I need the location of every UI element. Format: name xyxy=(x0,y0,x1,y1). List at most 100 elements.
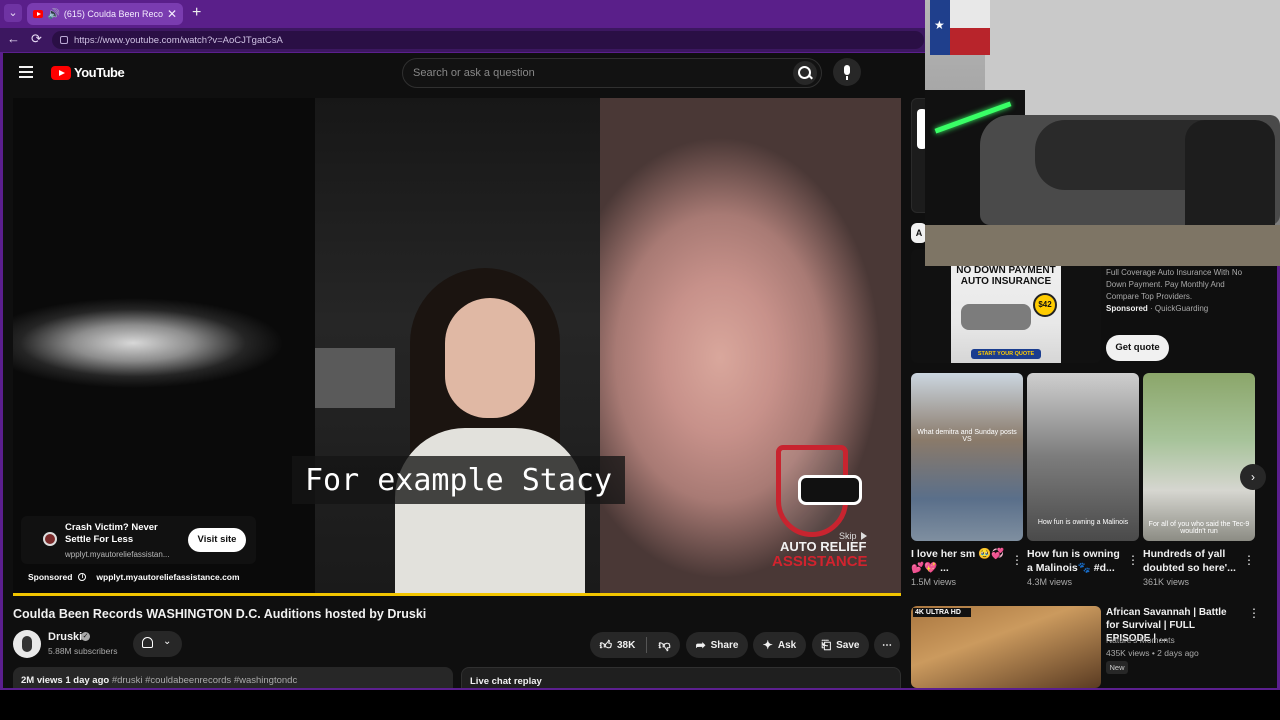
verified-icon: ✓ xyxy=(81,632,90,641)
bookmark-icon: ⎗ xyxy=(821,637,832,652)
share-button[interactable]: ➦ Share xyxy=(686,632,748,658)
search-input[interactable]: Search or ask a question xyxy=(413,67,535,79)
thumbs-down-icon[interactable]: 👎︎ xyxy=(658,638,670,653)
share-label: Share xyxy=(710,639,739,651)
url-field[interactable]: https://www.youtube.com/watch?v=AoCJTgat… xyxy=(52,31,924,49)
youtube-play-icon xyxy=(51,65,71,80)
youtube-logo-text: YouTube xyxy=(74,65,125,80)
more-actions-button[interactable]: ⋯ xyxy=(874,632,900,658)
hamburger-menu-icon[interactable] xyxy=(19,66,33,81)
sidebar-ad-thumbnail[interactable]: NO DOWN PAYMENT AUTO INSURANCE $42 START… xyxy=(911,249,1101,363)
save-button[interactable]: ⎗ Save xyxy=(812,632,869,658)
short-overlay-text: For all of you who said the Tec-9 wouldn… xyxy=(1148,521,1250,535)
video-player[interactable]: For example Stacy Crash Victim? Never Se… xyxy=(13,98,901,596)
short-thumbnail[interactable]: What demitra and Sunday posts VS xyxy=(911,373,1023,541)
car-image xyxy=(961,304,1031,330)
save-label: Save xyxy=(836,639,860,651)
reload-button[interactable]: ⟳ xyxy=(31,31,42,47)
get-quote-button[interactable]: Get quote xyxy=(1106,335,1169,361)
sidebar-ad: NO DOWN PAYMENT AUTO INSURANCE $42 START… xyxy=(911,249,1273,363)
close-tab-icon[interactable]: ✕ xyxy=(167,7,177,21)
tab-title: (615) Coulda Been Records W xyxy=(63,9,163,19)
recommended-video[interactable]: 4K ULTRA HD African Savannah | Battle fo… xyxy=(911,606,1273,688)
sponsored-line: Sponsored i wpplyt.myautoreliefassistanc… xyxy=(28,572,240,582)
brand-name-line2: ASSISTANCE xyxy=(772,553,868,570)
short-title[interactable]: Hundreds of yall doubted so here'... xyxy=(1143,547,1239,575)
search-box[interactable]: Search or ask a question xyxy=(402,58,822,88)
share-icon: ➦ xyxy=(695,638,706,652)
short-item[interactable]: How fun is owning a Malinois How fun is … xyxy=(1027,373,1139,587)
webcam-floor xyxy=(925,225,1280,266)
hashtags[interactable]: #druski #couldabeenrecords #washingtondc xyxy=(112,675,297,686)
short-menu-icon[interactable]: ⋮ xyxy=(1127,553,1139,567)
person-shirt xyxy=(395,428,585,596)
tab-list-button[interactable]: ⌄ xyxy=(4,4,22,22)
youtube-logo[interactable]: YouTube xyxy=(51,65,125,80)
bottom-black-bar xyxy=(0,690,1280,720)
ad-overlay-card[interactable]: Crash Victim? Never Settle For Less wppl… xyxy=(21,516,256,564)
ad-url[interactable]: wpplyt.myautoreliefassistan... xyxy=(65,550,177,559)
short-menu-icon[interactable]: ⋮ xyxy=(1243,553,1255,567)
like-count[interactable]: 38K xyxy=(617,640,635,651)
new-badge: New xyxy=(1106,661,1128,674)
video-frame-center xyxy=(315,98,600,596)
site-info-icon[interactable] xyxy=(60,36,68,44)
new-tab-button[interactable]: + xyxy=(192,4,201,22)
brand-name-line1: AUTO RELIEF xyxy=(780,539,867,554)
ad-poster-headline: NO DOWN PAYMENT AUTO INSURANCE xyxy=(956,265,1056,287)
4k-badge: 4K ULTRA HD xyxy=(913,608,971,617)
short-views: 4.3M views xyxy=(1027,577,1073,587)
video-title: Coulda Been Records WASHINGTON D.C. Audi… xyxy=(13,607,427,621)
chevron-down-icon: ⌄ xyxy=(163,636,172,647)
speaker-icon[interactable]: 🔊 xyxy=(47,9,59,20)
price-badge: $42 xyxy=(1033,293,1057,317)
flag-star-icon: ★ xyxy=(934,18,945,32)
ad-info-icon[interactable]: i xyxy=(78,573,87,581)
live-chat-replay[interactable]: Live chat replay xyxy=(461,667,901,688)
ad-progress-bar[interactable] xyxy=(13,593,901,596)
bell-icon xyxy=(142,637,153,648)
browser-frame: ⌄ 🔊 (615) Coulda Been Records W ✕ + ← ⟳ … xyxy=(0,0,1280,690)
ad-title[interactable]: Crash Victim? Never Settle For Less xyxy=(65,522,165,546)
ask-button[interactable]: ✦ Ask xyxy=(753,632,806,658)
short-overlay-text: How fun is owning a Malinois xyxy=(1037,519,1129,526)
sidebar-sponsored-label: Sponsored xyxy=(1106,304,1148,313)
live-chat-label: Live chat replay xyxy=(470,676,542,687)
car-window xyxy=(315,348,395,408)
recommended-channel[interactable]: Nature's Moments xyxy=(1106,635,1175,645)
webcam-overlay: ★ xyxy=(925,0,1280,266)
thumbs-up-icon[interactable]: 👍︎ xyxy=(599,638,612,653)
recommended-menu-icon[interactable]: ⋮ xyxy=(1248,606,1260,620)
person-face xyxy=(445,298,535,418)
notifications-button[interactable]: ⌄ xyxy=(133,631,182,657)
visit-site-button[interactable]: Visit site xyxy=(188,528,246,552)
more-icon: ⋯ xyxy=(882,639,892,651)
back-button[interactable]: ← xyxy=(7,31,20,46)
recommended-thumbnail[interactable]: 4K ULTRA HD xyxy=(911,606,1101,688)
sidebar-ad-description[interactable]: Full Coverage Auto Insurance With No Dow… xyxy=(1106,267,1256,303)
sponsored-url[interactable]: wpplyt.myautoreliefassistance.com xyxy=(96,572,239,582)
microphone-icon[interactable] xyxy=(833,58,861,86)
short-title[interactable]: I love her sm 🥹💞💕💖 ... xyxy=(911,547,1007,575)
subscriber-count: 5.88M subscribers xyxy=(48,646,118,656)
short-thumbnail[interactable]: How fun is owning a Malinois xyxy=(1027,373,1139,541)
texas-flag: ★ xyxy=(930,0,990,55)
advertiser-logo: AUTO RELIEF ASSISTANCE xyxy=(768,443,878,575)
search-icon[interactable] xyxy=(793,61,817,85)
flag-red-stripe xyxy=(950,28,990,55)
short-menu-icon[interactable]: ⋮ xyxy=(1011,553,1023,567)
start-quote-strip: START YOUR QUOTE xyxy=(971,349,1041,359)
short-thumbnail[interactable]: For all of you who said the Tec-9 wouldn… xyxy=(1143,373,1255,541)
skip-ad-button[interactable]: Skip xyxy=(839,531,867,541)
description-box[interactable]: 2M views 1 day ago #druski #couldabeenre… xyxy=(13,667,453,688)
tab-youtube[interactable]: 🔊 (615) Coulda Been Records W ✕ xyxy=(27,3,183,25)
url-text: https://www.youtube.com/watch?v=AoCJTgat… xyxy=(74,34,283,46)
like-divider xyxy=(646,637,648,653)
channel-avatar[interactable] xyxy=(13,630,41,658)
short-item[interactable]: For all of you who said the Tec-9 wouldn… xyxy=(1143,373,1255,587)
shorts-shelf: What demitra and Sunday posts VS I love … xyxy=(911,373,1271,593)
short-title[interactable]: How fun is owning a Malinois🐾 #d... xyxy=(1027,547,1123,575)
channel-name[interactable]: Druski xyxy=(48,631,82,643)
chevron-right-icon[interactable]: › xyxy=(1240,464,1266,490)
short-item[interactable]: What demitra and Sunday posts VS I love … xyxy=(911,373,1023,587)
